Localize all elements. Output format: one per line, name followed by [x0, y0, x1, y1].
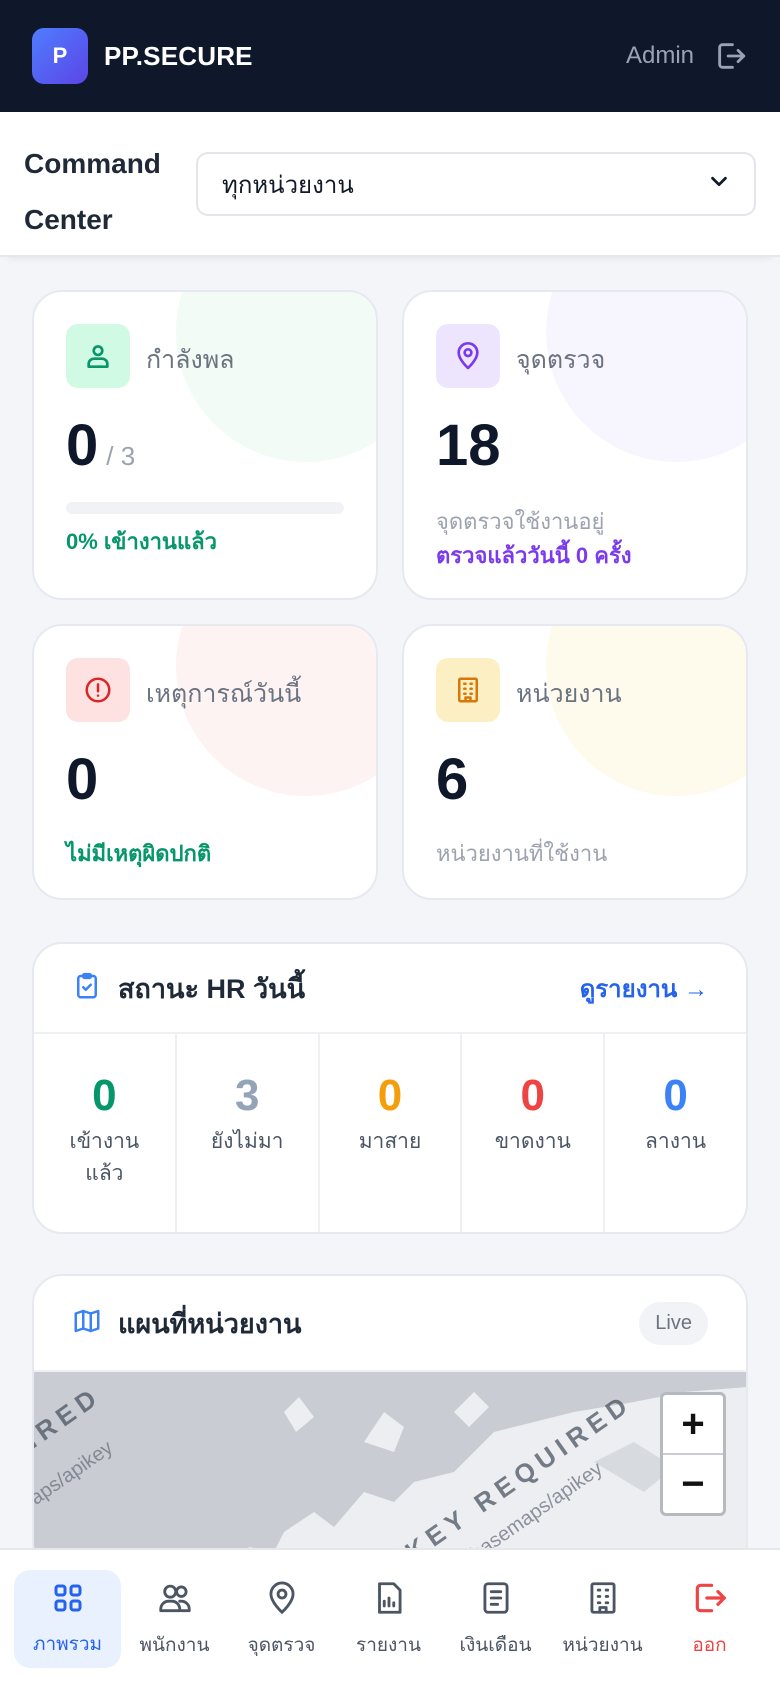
document-icon — [477, 1579, 515, 1622]
hr-leave[interactable]: 0 ลางาน — [605, 1034, 746, 1232]
checkpoints-today: ตรวจแล้ววันนี้ 0 ครั้ง — [436, 543, 632, 568]
hr-absent-count: 0 — [520, 1071, 546, 1120]
hr-absent-label: ขาดงาน — [494, 1130, 571, 1153]
logo-letter: P — [52, 43, 68, 68]
hr-checked-in-label: เข้างานแล้ว — [69, 1130, 140, 1185]
map-pin-icon — [263, 1579, 301, 1622]
page-title: Command Center — [24, 148, 161, 235]
manpower-progress — [66, 502, 344, 514]
nav-logout[interactable]: ออก — [656, 1570, 763, 1668]
grid-icon — [50, 1580, 86, 1621]
checkpoints-label: จุดตรวจ — [516, 346, 606, 374]
hr-late-count: 0 — [377, 1071, 403, 1120]
hr-not-arrived-count: 3 — [234, 1071, 260, 1120]
nav-checkpoints[interactable]: จุดตรวจ — [228, 1570, 335, 1668]
app-logo: P — [32, 28, 88, 84]
user-name: Admin — [625, 42, 694, 69]
report-chart-icon — [370, 1579, 408, 1622]
users-icon — [66, 324, 130, 388]
nav-payroll[interactable]: เงินเดือน — [442, 1570, 549, 1668]
map-pin-icon — [436, 324, 500, 388]
nav-employees-label: พนักงาน — [139, 1634, 210, 1656]
unit-select-value: ทุกหน่วยงาน — [222, 171, 354, 199]
logout-icon — [691, 1579, 729, 1622]
live-badge: Live — [639, 1301, 708, 1345]
building-icon — [436, 658, 500, 722]
incidents-value: 0 — [66, 747, 99, 812]
checkpoints-value: 18 — [436, 413, 501, 478]
map-canvas[interactable]: IRED aps/apikey KEY REQUIRED /basemaps/a… — [34, 1372, 746, 1572]
nav-overview-label: ภาพรวม — [32, 1633, 103, 1655]
hr-status-panel: สถานะ HR วันนี้ ดูรายงาน → 0 เข้างานแล้ว… — [32, 942, 748, 1234]
manpower-value: 0/ 3 — [66, 413, 136, 478]
nav-units-label: หน่วยงาน — [562, 1634, 643, 1656]
units-card[interactable]: หน่วยงาน 6 หน่วยงานที่ใช้งาน — [402, 624, 748, 900]
checkpoints-card[interactable]: จุดตรวจ 18 จุดตรวจใช้งานอยู่ ตรวจแล้ววัน… — [402, 290, 748, 600]
hr-checked-in-count: 0 — [92, 1071, 117, 1120]
nav-payroll-label: เงินเดือน — [459, 1634, 532, 1656]
incidents-label: เหตุการณ์วันนี้ — [146, 680, 302, 708]
building-icon — [584, 1579, 622, 1622]
units-subtext: หน่วยงานที่ใช้งาน — [436, 841, 608, 866]
manpower-card[interactable]: กำลังพล 0/ 3 0% เข้างานแล้ว — [32, 290, 378, 600]
hr-leave-label: ลางาน — [645, 1130, 707, 1153]
hr-not-arrived-label: ยังไม่มา — [210, 1130, 284, 1153]
hr-late[interactable]: 0 มาสาย — [320, 1034, 463, 1232]
hr-late-label: มาสาย — [358, 1130, 422, 1153]
map-icon — [72, 1306, 102, 1341]
brand-name: PP.SECURE — [104, 40, 253, 71]
top-bar: P PP.SECURE Admin — [0, 0, 780, 112]
chevron-down-icon — [708, 170, 730, 199]
zoom-in-button[interactable]: + — [663, 1395, 723, 1453]
nav-employees[interactable]: พนักงาน — [121, 1570, 228, 1668]
users-icon — [156, 1579, 194, 1622]
nav-logout-label: ออก — [692, 1634, 727, 1656]
manpower-total: / 3 — [106, 441, 136, 471]
clipboard-check-icon — [72, 971, 102, 1006]
incidents-subtext: ไม่มีเหตุผิดปกติ — [66, 841, 212, 866]
command-center-bar: Command Center ทุกหน่วยงาน — [0, 112, 780, 257]
hr-status-grid: 0 เข้างานแล้ว 3 ยังไม่มา 0 มาสาย 0 ขาดงา… — [34, 1034, 746, 1232]
hr-status-title: สถานะ HR วันนี้ — [118, 973, 306, 1004]
nav-checkpoints-label: จุดตรวจ — [247, 1634, 316, 1656]
logout-icon[interactable] — [714, 39, 748, 73]
manpower-subtext: 0% เข้างานแล้ว — [66, 529, 217, 554]
unit-map-panel: แผนที่หน่วยงาน Live IRED aps/apikey KEY … — [32, 1274, 748, 1574]
nav-reports[interactable]: รายงาน — [335, 1570, 442, 1668]
nav-units[interactable]: หน่วยงาน — [549, 1570, 656, 1668]
hr-checked-in[interactable]: 0 เข้างานแล้ว — [34, 1034, 177, 1232]
units-value: 6 — [436, 747, 469, 812]
hr-leave-count: 0 — [663, 1071, 688, 1120]
hr-not-arrived[interactable]: 3 ยังไม่มา — [177, 1034, 320, 1232]
zoom-out-button[interactable]: − — [663, 1453, 723, 1513]
map-title: แผนที่หน่วยงาน — [118, 1308, 302, 1339]
nav-reports-label: รายงาน — [356, 1634, 421, 1656]
units-label: หน่วยงาน — [516, 680, 622, 708]
nav-overview[interactable]: ภาพรวม — [14, 1570, 121, 1668]
manpower-label: กำลังพล — [146, 346, 235, 374]
bottom-nav: ภาพรวม พนักงาน จุดตรวจ รายงาน เงินเดือน … — [0, 1548, 780, 1688]
map-landmass — [234, 1387, 746, 1572]
incidents-card[interactable]: เหตุการณ์วันนี้ 0 ไม่มีเหตุผิดปกติ — [32, 624, 378, 900]
alert-circle-icon — [66, 658, 130, 722]
zoom-control: + − — [660, 1392, 726, 1516]
view-report-link[interactable]: ดูรายงาน → — [580, 969, 708, 1008]
hr-absent[interactable]: 0 ขาดงาน — [462, 1034, 606, 1232]
unit-select[interactable]: ทุกหน่วยงาน — [196, 152, 756, 216]
checkpoints-subtext: จุดตรวจใช้งานอยู่ — [436, 509, 605, 534]
